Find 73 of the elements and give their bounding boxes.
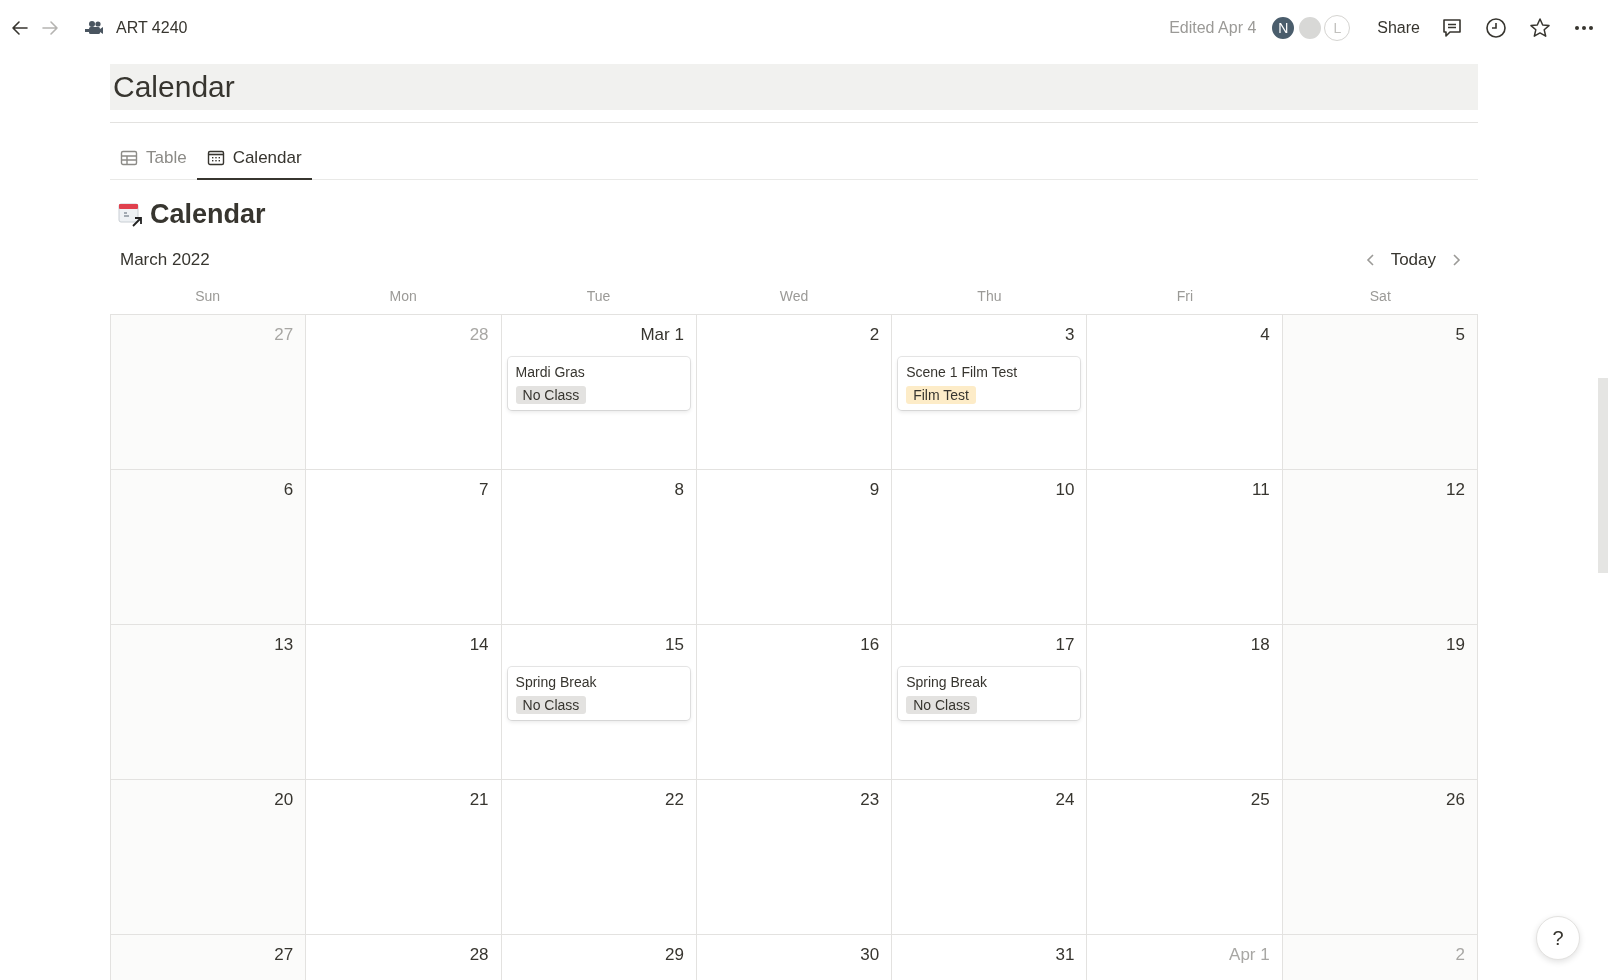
date-number: 11 [1252,480,1271,500]
date-number: 6 [283,480,295,500]
event-tag: No Class [515,386,587,404]
page-heading: Calendar [110,64,1478,111]
weekday-label: Sun [194,288,222,304]
date-number: 18 [1250,635,1271,655]
date-number: 27 [274,325,295,345]
weekday-label: Sat [1368,288,1392,304]
date-number: 4 [1260,325,1271,345]
date-number: 17 [1055,635,1076,655]
date-number: Apr 1 [1229,945,1271,965]
view-title: Calendar [150,199,266,230]
date-number: 9 [869,480,881,500]
scrollbar-thumb[interactable] [1598,378,1608,573]
weekday-label: Wed [778,288,810,304]
event-card[interactable]: Spring Break No Class [898,667,1081,720]
date-number: 12 [1446,480,1466,500]
date-number: 25 [1250,790,1271,810]
date-number: 30 [860,945,881,965]
back-arrow-icon[interactable] [10,18,30,38]
calendar-link-icon [118,201,144,228]
date-number: 14 [469,635,490,655]
share-button[interactable]: Share [1377,17,1420,39]
date-number: 2 [869,325,881,345]
date-number: 29 [664,945,685,965]
movie-camera-icon [84,20,104,36]
view-tab[interactable]: Calendar [196,146,312,180]
date-number: 15 [664,635,685,655]
date-number: 21 [469,790,490,810]
month-label: March 2022 [120,250,210,270]
date-number: 26 [1446,790,1466,810]
edited-label: Edited Apr 4 [1169,19,1257,37]
date-number: 16 [860,635,881,655]
date-number: 28 [469,325,490,345]
date-number: 24 [1055,790,1076,810]
date-number: Mar 1 [640,325,685,345]
weekday-label: Fri [1175,288,1194,304]
event-card[interactable]: Mardi Gras No Class [507,357,690,410]
weekday-label: Thu [976,288,1003,304]
clock-icon[interactable] [1484,16,1508,40]
today-button[interactable]: Today [1390,250,1436,270]
date-number: 7 [479,480,490,500]
event-tag: No Class [906,696,977,714]
date-number: 22 [664,790,685,810]
event-title: Scene 1 Film Test [906,364,1019,380]
avatar[interactable]: N [1270,15,1297,41]
star-icon[interactable] [1528,16,1552,40]
table-icon [120,149,138,167]
date-number: 10 [1055,480,1076,500]
event-title: Spring Break [906,674,989,690]
date-number: 2 [1455,945,1466,965]
date-number: 5 [1455,325,1466,345]
date-number: 13 [274,635,295,655]
date-number: 3 [1064,325,1076,345]
calendar-icon [206,149,225,167]
date-number: 23 [860,790,881,810]
date-number: 31 [1055,945,1076,965]
date-number: 19 [1446,635,1466,655]
event-tag: No Class [515,696,587,714]
page-title[interactable]: ART 4240 [116,19,188,37]
help-button[interactable]: ? [1536,916,1580,960]
date-number: 20 [274,790,295,810]
weekday-label: Mon [388,288,418,304]
event-tag: Film Test [906,386,976,404]
date-number: 27 [274,945,295,965]
date-number: 28 [469,945,490,965]
weekday-label: Tue [585,288,612,304]
event-card[interactable]: Scene 1 Film Test Film Test [898,357,1081,410]
event-card[interactable]: Spring Break No Class [507,667,690,720]
comment-icon[interactable] [1440,16,1464,40]
event-title: Mardi Gras [515,364,586,380]
date-number: 8 [674,480,685,500]
event-title: Spring Break [515,674,598,690]
